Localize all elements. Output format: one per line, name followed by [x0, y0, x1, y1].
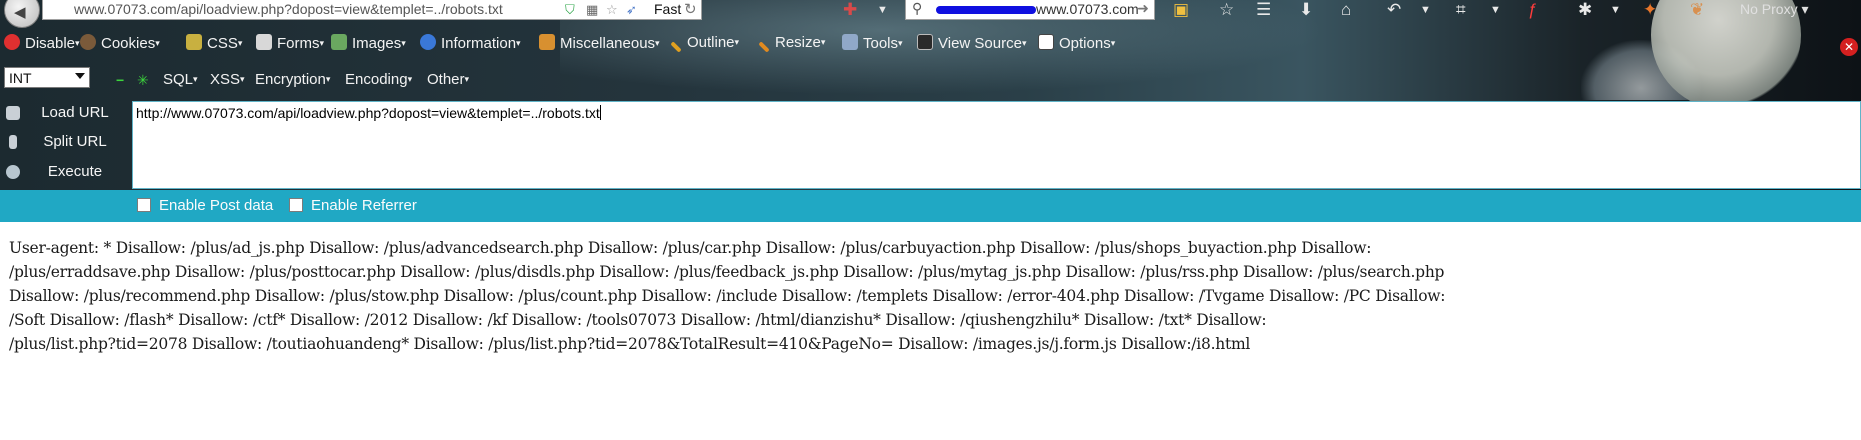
enable-post-data-checkbox[interactable]: [137, 198, 151, 212]
shield-icon: ⛉: [565, 2, 575, 17]
execute-button[interactable]: Execute: [0, 160, 108, 186]
images-icon: [331, 34, 347, 50]
execute-label: Execute: [47, 163, 103, 180]
home-icon[interactable]: ⌂: [1341, 0, 1351, 20]
disable-icon: [4, 34, 20, 50]
bookmark-star-icon[interactable]: ☆: [606, 2, 618, 18]
hackbar-options-bar: Enable Post data Enable Referrer: [0, 190, 1861, 222]
extension-icon[interactable]: ✱: [1578, 0, 1592, 20]
close-toolbar-icon[interactable]: ✕: [1840, 38, 1858, 56]
bookmark-icon[interactable]: ☆: [1219, 0, 1234, 20]
enable-post-data-label[interactable]: Enable Post data: [159, 197, 273, 214]
robots-line: /plus/erraddsave.php Disallow: /plus/pos…: [9, 263, 1445, 281]
screenshot-icon[interactable]: ▣: [1173, 0, 1189, 20]
flash-icon[interactable]: ƒ: [1528, 0, 1537, 20]
hackbar-url-text[interactable]: http://www.07073.com/api/loadview.php?do…: [136, 105, 601, 121]
increase-icon[interactable]: ✳: [137, 72, 149, 89]
wd-css-menu[interactable]: CSS▾: [186, 34, 242, 52]
forms-icon: [256, 34, 272, 50]
type-select-value: INT: [9, 70, 32, 86]
address-bar-url[interactable]: www.07073.com/api/loadview.php?dopost=vi…: [74, 1, 503, 17]
dropdown-arrow-icon[interactable]: ▼: [877, 4, 888, 16]
qr-code-icon[interactable]: ▦: [586, 2, 598, 18]
crop-dropdown-icon[interactable]: ▼: [1490, 4, 1501, 16]
type-select[interactable]: INT: [4, 67, 90, 88]
wd-outline-menu[interactable]: Outline▾: [670, 34, 739, 53]
split-url-button[interactable]: Split URL: [0, 130, 108, 156]
proxy-label: No Proxy: [1740, 1, 1798, 17]
speed-icon: ➶: [626, 2, 637, 17]
navigation-bar: ◀ www.07073.com/api/loadview.php?dopost=…: [0, 0, 1861, 28]
hackbar-toolbar: INT − ✳ SQL▾ XSS▾ Encryption▾ Encoding▾ …: [0, 67, 1861, 91]
crop-icon[interactable]: ⌗: [1456, 0, 1466, 20]
hackbar-url-textarea[interactable]: http://www.07073.com/api/loadview.php?do…: [132, 101, 1861, 189]
web-developer-toolbar: Disable▾ Cookies▾ CSS▾ Forms▾ Images▾ In…: [0, 30, 1861, 54]
wd-resize-menu[interactable]: Resize▾: [758, 34, 825, 53]
wd-options-menu[interactable]: Options▾: [1038, 34, 1115, 52]
fox-icon[interactable]: ❦: [1690, 0, 1704, 20]
proxy-menu[interactable]: No Proxy ▾: [1740, 1, 1809, 18]
enable-referrer-checkbox[interactable]: [289, 198, 303, 212]
download-icon[interactable]: ⬇: [1299, 0, 1313, 20]
search-go-icon[interactable]: ➜: [1137, 0, 1149, 17]
enable-referrer-label[interactable]: Enable Referrer: [311, 197, 417, 214]
addon-orange-icon[interactable]: ✦: [1643, 0, 1657, 20]
search-text[interactable]: www.07073.com: [1036, 1, 1139, 17]
speed-label: Fast: [654, 1, 682, 17]
wd-miscellaneous-menu[interactable]: Miscellaneous▾: [539, 34, 660, 52]
cookies-icon: [80, 34, 96, 50]
wd-view-source-menu[interactable]: View Source▾: [917, 34, 1026, 52]
encryption-menu[interactable]: Encryption▾: [255, 71, 330, 88]
undo-icon[interactable]: ↶: [1387, 0, 1401, 20]
reload-icon[interactable]: ↻: [684, 0, 697, 18]
wd-disable-menu[interactable]: Disable▾: [4, 34, 80, 52]
reading-list-icon[interactable]: ☰: [1256, 0, 1271, 20]
wd-forms-menu[interactable]: Forms▾: [256, 34, 324, 52]
undo-dropdown-icon[interactable]: ▼: [1420, 4, 1431, 16]
extension-dropdown-icon[interactable]: ▼: [1610, 4, 1621, 16]
miscellaneous-icon: [539, 34, 555, 50]
wd-tools-menu[interactable]: Tools▾: [842, 34, 903, 52]
wd-images-menu[interactable]: Images▾: [331, 34, 406, 52]
search-box[interactable]: ⚲ www.07073.com ➜: [905, 0, 1155, 20]
search-icon: ⚲: [912, 0, 923, 16]
resize-icon: [758, 41, 770, 53]
tools-icon: [842, 34, 858, 50]
decrease-icon[interactable]: −: [116, 72, 124, 88]
wd-information-menu[interactable]: Information▾: [420, 34, 521, 52]
encoding-menu[interactable]: Encoding▾: [345, 71, 412, 88]
load-url-button[interactable]: Load URL: [0, 101, 109, 127]
view-source-icon: [917, 34, 933, 50]
robots-line: /plus/list.php?tid=2078 Disallow: /touti…: [9, 335, 1251, 353]
address-bar[interactable]: www.07073.com/api/loadview.php?dopost=vi…: [42, 0, 702, 20]
chevron-down-icon: [75, 73, 85, 79]
outline-pencil-icon: [670, 41, 682, 53]
text-caret: [599, 105, 601, 120]
other-menu[interactable]: Other▾: [427, 71, 469, 88]
load-url-label: Load URL: [41, 104, 109, 121]
addon-icon[interactable]: ✚: [843, 0, 857, 20]
redaction-scribble: [936, 6, 1036, 14]
split-url-label: Split URL: [43, 133, 107, 150]
options-icon: [1038, 34, 1054, 50]
back-arrow-icon: ◀: [14, 4, 26, 21]
robots-line: User-agent: * Disallow: /plus/ad_js.php …: [9, 239, 1372, 257]
wd-cookies-menu[interactable]: Cookies▾: [80, 34, 160, 52]
robots-line: /Soft Disallow: /flash* Disallow: /ctf* …: [9, 311, 1267, 329]
information-icon: [420, 34, 436, 50]
css-icon: [186, 34, 202, 50]
browser-chrome: ◀ www.07073.com/api/loadview.php?dopost=…: [0, 0, 1861, 190]
xss-menu[interactable]: XSS▾: [210, 71, 245, 88]
page-content: User-agent: * Disallow: /plus/ad_js.php …: [9, 236, 1861, 356]
robots-line: Disallow: /plus/recommend.php Disallow: …: [9, 287, 1446, 305]
sql-menu[interactable]: SQL▾: [163, 71, 198, 88]
back-button[interactable]: ◀: [4, 0, 40, 28]
